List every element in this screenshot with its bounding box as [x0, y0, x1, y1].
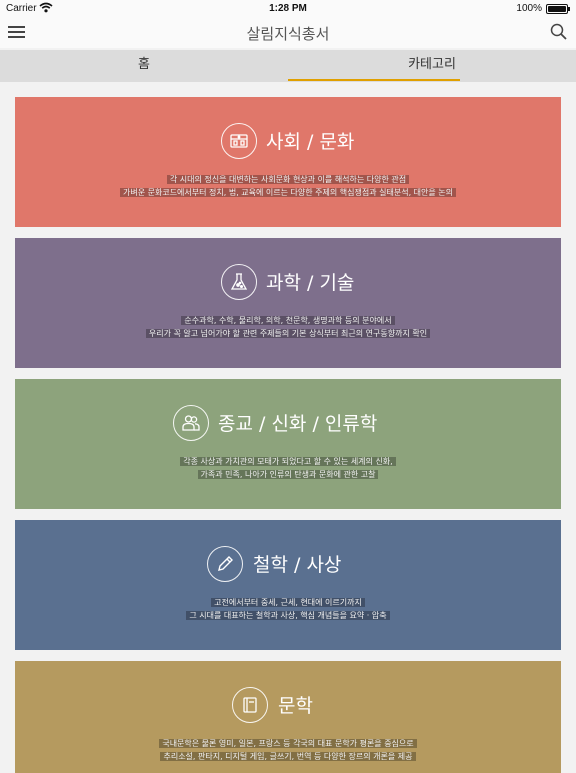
category-card[interactable]: 사회 / 문화각 시대의 정신을 대변하는 사회문화 현상과 이를 해석하는 다…: [15, 97, 561, 227]
category-description-line: 고전에서부터 중세, 근세, 현대에 이르기까지: [15, 596, 561, 609]
category-description-line: 각 시대의 정신을 대변하는 사회문화 현상과 이를 해석하는 다양한 관점: [15, 173, 561, 186]
category-card[interactable]: 문학국내문학은 물론 영미, 일본, 프랑스 등 각국의 대표 문학가 평론을 …: [15, 661, 561, 773]
category-description-line: 우리가 꼭 알고 넘어가야 할 관련 주제들의 기본 상식부터 최근의 연구동향…: [15, 327, 561, 340]
category-description-text: 추리소설, 판타지, 디지털 게임, 글쓰기, 번역 등 다양한 장르의 개론을…: [160, 752, 416, 761]
clock: 1:28 PM: [269, 3, 307, 14]
category-description-text: 그 시대를 대표하는 철학과 사상, 핵심 개념들을 요약 · 압축: [186, 611, 390, 620]
tab-bar: 홈 카테고리: [0, 50, 576, 82]
category-description-line: 그 시대를 대표하는 철학과 사상, 핵심 개념들을 요약 · 압축: [15, 609, 561, 622]
category-description-line: 가족과 민족, 나아가 인류의 탄생과 문화에 관한 고찰: [15, 468, 561, 481]
category-description-text: 가벼운 문화코드에서부터 정치, 법, 교육에 이르는 다양한 주제의 핵심쟁점…: [120, 188, 456, 197]
category-title: 문학: [278, 695, 313, 717]
category-description-line: 국내문학은 물론 영미, 일본, 프랑스 등 각국의 대표 문학가 평론을 중심…: [15, 737, 561, 750]
category-title: 철학 / 사상: [253, 554, 342, 576]
category-title: 사회 / 문화: [266, 131, 355, 153]
book-icon: [232, 687, 268, 723]
category-description-text: 가족과 민족, 나아가 인류의 탄생과 문화에 관한 고찰: [197, 470, 379, 479]
battery-icon: [546, 4, 570, 14]
hamburger-menu-icon[interactable]: [8, 25, 26, 39]
battery-percent: 100%: [516, 3, 542, 14]
category-description-text: 각종 사상과 가치관의 모태가 되었다고 할 수 있는 세계의 신화,: [180, 457, 396, 466]
tab-home[interactable]: 홈: [0, 50, 288, 82]
category-description-text: 고전에서부터 중세, 근세, 현대에 이르기까지: [211, 598, 365, 607]
search-icon[interactable]: [550, 23, 568, 41]
category-description-text: 각 시대의 정신을 대변하는 사회문화 현상과 이를 해석하는 다양한 관점: [166, 175, 410, 184]
category-description-text: 국내문학은 물론 영미, 일본, 프랑스 등 각국의 대표 문학가 평론을 중심…: [159, 739, 417, 748]
people-icon: [173, 405, 209, 441]
category-card[interactable]: 과학 / 기술순수과학, 수학, 물리학, 의학, 천문학, 생명과학 등의 분…: [15, 238, 561, 368]
category-description-line: 가벼운 문화코드에서부터 정치, 법, 교육에 이르는 다양한 주제의 핵심쟁점…: [15, 186, 561, 199]
category-description-line: 추리소설, 판타지, 디지털 게임, 글쓰기, 번역 등 다양한 장르의 개론을…: [15, 750, 561, 763]
tab-category[interactable]: 카테고리: [288, 50, 576, 82]
tab-selected-indicator: [288, 79, 460, 81]
category-card[interactable]: 종교 / 신화 / 인류학각종 사상과 가치관의 모태가 되었다고 할 수 있는…: [15, 379, 561, 509]
flask-icon: [221, 264, 257, 300]
category-description-text: 순수과학, 수학, 물리학, 의학, 천문학, 생명과학 등의 분야에서: [181, 316, 395, 325]
category-description-line: 각종 사상과 가치관의 모태가 되었다고 할 수 있는 세계의 신화,: [15, 455, 561, 468]
category-card[interactable]: 철학 / 사상고전에서부터 중세, 근세, 현대에 이르기까지그 시대를 대표하…: [15, 520, 561, 650]
category-title: 종교 / 신화 / 인류학: [218, 413, 378, 435]
pencil-icon: [207, 546, 243, 582]
status-bar: Carrier 1:28 PM 100%: [0, 0, 576, 18]
culture-building-icon: [221, 123, 257, 159]
navigation-bar: 살림지식총서: [0, 18, 576, 48]
page-title: 살림지식총서: [246, 25, 330, 43]
tab-category-label: 카테고리: [408, 57, 456, 72]
category-description-text: 우리가 꼭 알고 넘어가야 할 관련 주제들의 기본 상식부터 최근의 연구동향…: [145, 329, 431, 338]
category-description-line: 순수과학, 수학, 물리학, 의학, 천문학, 생명과학 등의 분야에서: [15, 314, 561, 327]
category-title: 과학 / 기술: [266, 272, 355, 294]
